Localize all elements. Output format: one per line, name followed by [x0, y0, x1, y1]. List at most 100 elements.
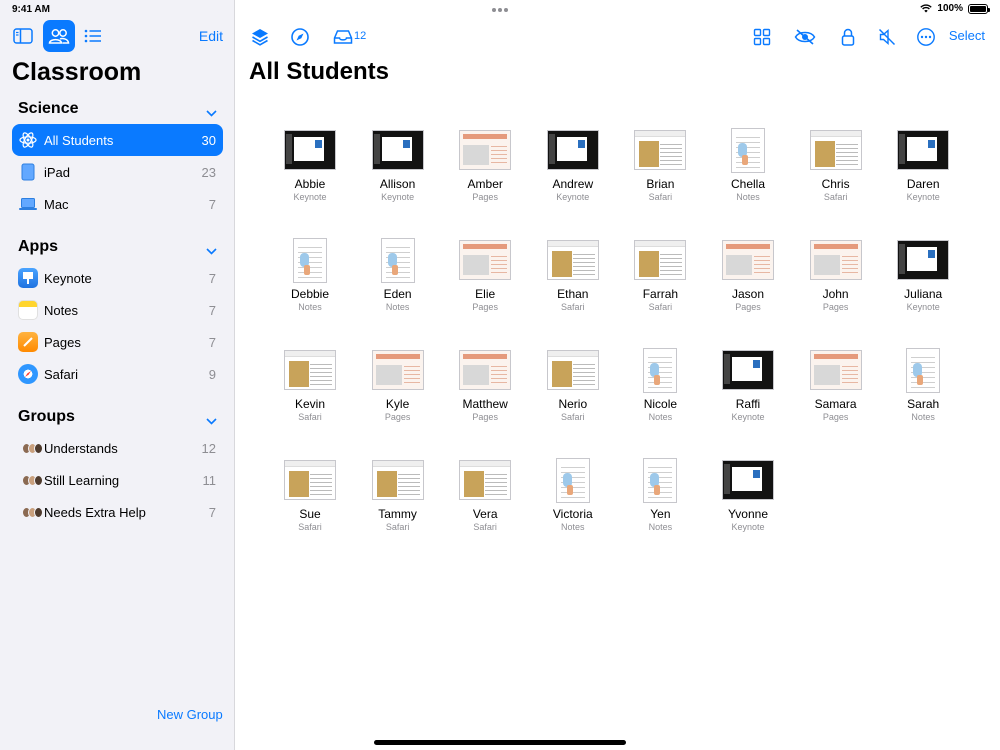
- student-tile[interactable]: Eden Notes: [354, 237, 442, 312]
- student-tile[interactable]: Kyle Pages: [354, 347, 442, 422]
- layers-icon[interactable]: [249, 26, 271, 48]
- sidebar-item-needs-extra-help[interactable]: Needs Extra Help 7: [12, 496, 223, 528]
- hide-eye-icon[interactable]: [794, 26, 816, 48]
- student-app: Notes: [561, 522, 585, 532]
- screen-thumbnail[interactable]: [722, 240, 774, 280]
- inbox-count[interactable]: 12: [354, 30, 366, 42]
- student-tile[interactable]: Brian Safari: [616, 127, 704, 202]
- grid-view-icon[interactable]: [751, 26, 773, 48]
- student-tile[interactable]: Samara Pages: [792, 347, 880, 422]
- screen-thumbnail[interactable]: [459, 130, 512, 170]
- student-tile[interactable]: Allison Keynote: [354, 127, 442, 202]
- home-indicator[interactable]: [374, 740, 626, 745]
- sidebar-item-understands[interactable]: Understands 12: [12, 432, 223, 464]
- screen-thumbnail[interactable]: [459, 240, 512, 280]
- student-tile[interactable]: Ethan Safari: [529, 237, 617, 312]
- select-button[interactable]: Select: [949, 28, 985, 43]
- section-header[interactable]: Groups: [0, 406, 235, 432]
- student-tile[interactable]: Kevin Safari: [266, 347, 354, 422]
- list-view-icon[interactable]: [77, 20, 109, 52]
- student-app: Keynote: [906, 302, 940, 312]
- student-tile[interactable]: Nerio Safari: [529, 347, 617, 422]
- screen-thumbnail[interactable]: [643, 347, 678, 393]
- screen-thumbnail[interactable]: [722, 460, 774, 500]
- screen-thumbnail[interactable]: [371, 350, 424, 390]
- student-tile[interactable]: Yen Notes: [616, 457, 704, 532]
- section-header[interactable]: Science: [0, 98, 235, 124]
- sidebar-item-all-students[interactable]: All Students 30: [12, 124, 223, 156]
- chevron-down-icon[interactable]: [206, 104, 217, 122]
- chevron-down-icon[interactable]: [206, 242, 217, 260]
- screen-thumbnail[interactable]: [643, 457, 678, 503]
- student-tile[interactable]: Amber Pages: [441, 127, 529, 202]
- screen-thumbnail[interactable]: [459, 460, 512, 500]
- lock-icon[interactable]: [837, 26, 859, 48]
- compass-icon[interactable]: [289, 26, 311, 48]
- screen-thumbnail[interactable]: [293, 237, 327, 283]
- screen-thumbnail[interactable]: [731, 127, 765, 173]
- student-name: Samara: [814, 397, 857, 411]
- screen-thumbnail[interactable]: [555, 457, 590, 503]
- student-tile[interactable]: Abbie Keynote: [266, 127, 354, 202]
- screen-thumbnail[interactable]: [284, 130, 336, 170]
- student-tile[interactable]: Farrah Safari: [616, 237, 704, 312]
- sidebar-item-mac[interactable]: Mac 7: [12, 188, 223, 220]
- sidebar-item-pages[interactable]: Pages 7: [12, 326, 223, 358]
- section-header[interactable]: Apps: [0, 236, 235, 262]
- inbox-tray-icon[interactable]: [332, 26, 354, 48]
- screen-thumbnail[interactable]: [284, 350, 336, 390]
- screen-thumbnail[interactable]: [722, 350, 774, 390]
- sidebar-toggle-icon[interactable]: [7, 20, 39, 52]
- screen-thumbnail[interactable]: [546, 130, 599, 170]
- student-tile[interactable]: Sue Safari: [266, 457, 354, 532]
- student-name: Allison: [379, 177, 416, 191]
- screen-thumbnail[interactable]: [897, 240, 950, 280]
- sidebar-item-still-learning[interactable]: Still Learning 11: [12, 464, 223, 496]
- mute-speaker-icon[interactable]: [876, 26, 898, 48]
- student-tile[interactable]: Andrew Keynote: [529, 127, 617, 202]
- student-tile[interactable]: Chris Safari: [792, 127, 880, 202]
- student-name: Brian: [646, 177, 675, 191]
- screen-thumbnail[interactable]: [634, 240, 687, 280]
- student-tile[interactable]: Juliana Keynote: [879, 237, 967, 312]
- screen-thumbnail[interactable]: [371, 460, 424, 500]
- sidebar-item-notes[interactable]: Notes 7: [12, 294, 223, 326]
- screen-thumbnail[interactable]: [634, 130, 687, 170]
- student-tile[interactable]: Debbie Notes: [266, 237, 354, 312]
- student-tile[interactable]: Vera Safari: [441, 457, 529, 532]
- screen-thumbnail[interactable]: [897, 130, 950, 170]
- student-tile[interactable]: Raffi Keynote: [704, 347, 792, 422]
- student-tile[interactable]: Yvonne Keynote: [704, 457, 792, 532]
- screen-thumbnail[interactable]: [459, 350, 512, 390]
- screen-thumbnail[interactable]: [906, 347, 941, 393]
- student-tile[interactable]: Nicole Notes: [616, 347, 704, 422]
- screen-thumbnail[interactable]: [546, 350, 599, 390]
- student-tile[interactable]: Daren Keynote: [879, 127, 967, 202]
- screen-thumbnail[interactable]: [546, 240, 599, 280]
- student-tile[interactable]: Jason Pages: [704, 237, 792, 312]
- new-group-button[interactable]: New Group: [157, 707, 223, 722]
- sidebar-item-keynote[interactable]: Keynote 7: [12, 262, 223, 294]
- screen-thumbnail[interactable]: [284, 460, 336, 500]
- screen-thumbnail[interactable]: [809, 130, 862, 170]
- screen-thumbnail[interactable]: [380, 237, 415, 283]
- student-tile[interactable]: Sarah Notes: [879, 347, 967, 422]
- screen-thumbnail[interactable]: [809, 240, 862, 280]
- student-tile[interactable]: Tammy Safari: [354, 457, 442, 532]
- more-options-icon[interactable]: [915, 26, 937, 48]
- multitasking-dots-icon[interactable]: [492, 8, 508, 12]
- student-tile[interactable]: Matthew Pages: [441, 347, 529, 422]
- student-tile[interactable]: Chella Notes: [704, 127, 792, 202]
- chevron-down-icon[interactable]: [206, 412, 217, 430]
- screen-thumbnail[interactable]: [809, 350, 862, 390]
- screen-thumbnail[interactable]: [371, 130, 424, 170]
- sidebar-item-ipad[interactable]: iPad 23: [12, 156, 223, 188]
- edit-button[interactable]: Edit: [199, 28, 223, 44]
- sidebar-item-safari[interactable]: Safari 9: [12, 358, 223, 390]
- student-tile[interactable]: Elie Pages: [441, 237, 529, 312]
- student-tile[interactable]: John Pages: [792, 237, 880, 312]
- status-time: 9:41 AM: [12, 4, 50, 15]
- student-name: Matthew: [462, 397, 508, 411]
- people-view-icon[interactable]: [43, 20, 75, 52]
- student-tile[interactable]: Victoria Notes: [529, 457, 617, 532]
